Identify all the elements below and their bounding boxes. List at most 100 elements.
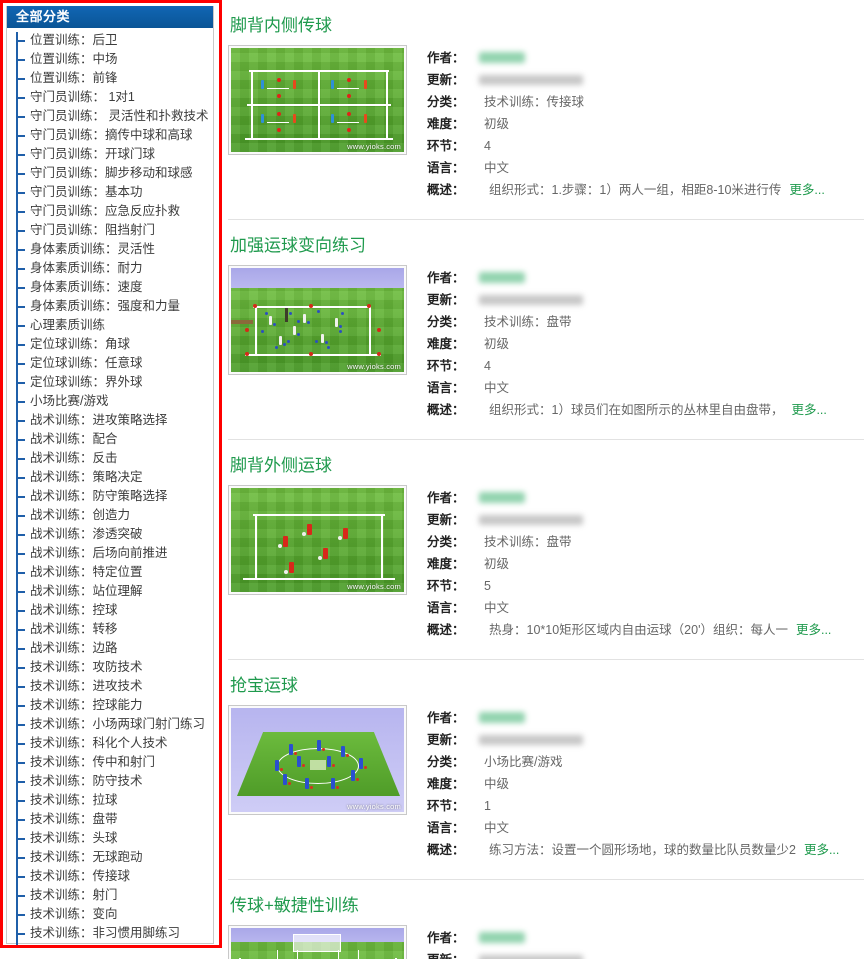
tree-branch-icon [16, 477, 25, 479]
tree-branch-icon [16, 800, 25, 802]
sidebar-item-43[interactable]: 技术训练：无球跑动 [7, 848, 213, 867]
sidebar-item-36[interactable]: 技术训练：小场两球门射门练习 [7, 715, 213, 734]
sidebar-item-label: 战术训练：策略决定 [30, 470, 143, 484]
exercise-title[interactable]: 脚背内侧传球 [228, 0, 864, 45]
sidebar-item-25[interactable]: 战术训练：创造力 [7, 506, 213, 525]
exercise-thumbnail[interactable]: www.yioks.com [228, 45, 407, 155]
sidebar-item-label: 守门员训练：应急反应扑救 [30, 204, 181, 218]
tree-branch-icon [16, 933, 25, 935]
sidebar-item-33[interactable]: 技术训练：攻防技术 [7, 658, 213, 677]
tree-branch-icon [16, 781, 25, 783]
sidebar-item-6[interactable]: 守门员训练：开球门球 [7, 145, 213, 164]
sidebar-item-2[interactable]: 位置训练：前锋 [7, 69, 213, 88]
pitch-diagram-icon: www.yioks.com [231, 48, 404, 152]
sidebar-item-40[interactable]: 技术训练：拉球 [7, 791, 213, 810]
sections-value: 4 [484, 359, 491, 373]
sidebar-item-label: 技术训练：传中和射门 [30, 755, 156, 769]
sidebar-item-20[interactable]: 战术训练：进攻策略选择 [7, 411, 213, 430]
sidebar-item-28[interactable]: 战术训练：特定位置 [7, 563, 213, 582]
sidebar-item-44[interactable]: 技术训练：传接球 [7, 867, 213, 886]
sidebar-item-27[interactable]: 战术训练：后场向前推进 [7, 544, 213, 563]
sidebar-item-21[interactable]: 战术训练：配合 [7, 430, 213, 449]
exercise-thumbnail[interactable]: www.yioks.com [228, 265, 407, 375]
sidebar-item-23[interactable]: 战术训练：策略决定 [7, 468, 213, 487]
sidebar-item-16[interactable]: 定位球训练：角球 [7, 335, 213, 354]
sidebar-item-9[interactable]: 守门员训练：应急反应扑救 [7, 202, 213, 221]
sidebar-item-22[interactable]: 战术训练：反击 [7, 449, 213, 468]
category-value: 技术训练：盘带 [484, 535, 572, 549]
more-link[interactable]: 更多... [789, 179, 824, 198]
sidebar-item-32[interactable]: 战术训练：边路 [7, 639, 213, 658]
pitch-diagram-icon: www.yioks.com [231, 488, 404, 592]
sidebar-item-42[interactable]: 技术训练：头球 [7, 829, 213, 848]
sidebar-item-5[interactable]: 守门员训练：摘传中球和高球 [7, 126, 213, 145]
sidebar-item-14[interactable]: 身体素质训练：强度和力量 [7, 297, 213, 316]
more-link[interactable]: 更多... [791, 399, 826, 418]
author-value-redacted [479, 712, 525, 723]
sidebar-item-35[interactable]: 技术训练：控球能力 [7, 696, 213, 715]
sidebar-item-34[interactable]: 技术训练：进攻技术 [7, 677, 213, 696]
sidebar-item-10[interactable]: 守门员训练：阻挡射门 [7, 221, 213, 240]
more-link[interactable]: 更多... [796, 619, 831, 638]
sections-value: 4 [484, 139, 491, 153]
sidebar-item-13[interactable]: 身体素质训练：速度 [7, 278, 213, 297]
sidebar-item-0[interactable]: 位置训练：后卫 [7, 31, 213, 50]
sidebar-item-46[interactable]: 技术训练：变向 [7, 905, 213, 924]
sidebar-item-15[interactable]: 心理素质训练 [7, 316, 213, 335]
watermark: www.yioks.com [347, 142, 401, 151]
exercise-thumbnail[interactable]: www.yioks.com [228, 485, 407, 595]
meta-row-author: 作者： [427, 707, 864, 729]
sidebar-item-label: 守门员训练：开球门球 [30, 147, 156, 161]
card-body: www.yioks.com 作者： 更新： 分类： 小场比赛/游戏 难度： 中级 环节： 1 语言… [228, 705, 864, 861]
sidebar-item-3[interactable]: 守门员训练： 1对1 [7, 88, 213, 107]
tree-branch-icon [16, 230, 25, 232]
exercise-meta: 作者： 更新： 分类： 小场比赛/游戏 难度： 中级 环节： 1 语言： 中文 概述： 练习方法：设置… [427, 705, 864, 861]
sidebar-item-label: 位置训练：后卫 [30, 33, 118, 47]
sidebar-item-38[interactable]: 技术训练：传中和射门 [7, 753, 213, 772]
sidebar-item-7[interactable]: 守门员训练：脚步移动和球感 [7, 164, 213, 183]
label-sections: 环节： [427, 579, 465, 593]
category-sidebar-highlight: 全部分类 位置训练：后卫 位置训练：中场 位置训练：前锋 守门员训练： 1对1 守门员训… [0, 0, 222, 948]
difficulty-value: 初级 [484, 557, 510, 571]
sidebar-item-label: 战术训练：渗透突破 [30, 527, 143, 541]
sidebar-item-label: 技术训练：防守技术 [30, 774, 143, 788]
sidebar-item-48[interactable]: 热身 [7, 943, 213, 945]
tree-branch-icon [16, 534, 25, 536]
sidebar-item-39[interactable]: 技术训练：防守技术 [7, 772, 213, 791]
sidebar-item-11[interactable]: 身体素质训练：灵活性 [7, 240, 213, 259]
tree-branch-icon [16, 895, 25, 897]
tree-branch-icon [16, 249, 25, 251]
sidebar-item-17[interactable]: 定位球训练：任意球 [7, 354, 213, 373]
more-link[interactable]: 更多... [804, 839, 839, 858]
sidebar-item-37[interactable]: 技术训练：科化个人技术 [7, 734, 213, 753]
sidebar-item-4[interactable]: 守门员训练： 灵活性和扑救技术 [7, 107, 213, 126]
author-value-redacted [479, 272, 525, 283]
exercise-thumbnail[interactable]: www.yioks.com [228, 925, 407, 959]
exercise-title[interactable]: 脚背外侧运球 [228, 440, 864, 485]
sidebar-item-41[interactable]: 技术训练：盘带 [7, 810, 213, 829]
sidebar-item-18[interactable]: 定位球训练：界外球 [7, 373, 213, 392]
difficulty-value: 中级 [484, 777, 510, 791]
sidebar-item-1[interactable]: 位置训练：中场 [7, 50, 213, 69]
sidebar-item-45[interactable]: 技术训练：射门 [7, 886, 213, 905]
exercise-thumbnail[interactable]: www.yioks.com [228, 705, 407, 815]
sidebar-item-19[interactable]: 小场比赛/游戏 [7, 392, 213, 411]
sidebar-item-12[interactable]: 身体素质训练：耐力 [7, 259, 213, 278]
sidebar-item-47[interactable]: 技术训练：非习惯用脚练习 [7, 924, 213, 943]
exercise-title[interactable]: 加强运球变向练习 [228, 220, 864, 265]
label-sections: 环节： [427, 799, 465, 813]
sidebar-item-29[interactable]: 战术训练：站位理解 [7, 582, 213, 601]
meta-row-category: 分类： 技术训练：盘带 [427, 531, 864, 553]
sidebar-item-30[interactable]: 战术训练：控球 [7, 601, 213, 620]
sidebar-item-8[interactable]: 守门员训练：基本功 [7, 183, 213, 202]
exercise-title[interactable]: 抢宝运球 [228, 660, 864, 705]
summary-value: 组织形式：1.步骤：1）两人一组，相距8-10米进行传 [489, 183, 782, 197]
sidebar-item-label: 守门员训练：基本功 [30, 185, 143, 199]
sidebar-item-26[interactable]: 战术训练：渗透突破 [7, 525, 213, 544]
meta-row-category: 分类： 技术训练：传接球 [427, 91, 864, 113]
sidebar-item-label: 战术训练：防守策略选择 [30, 489, 168, 503]
sidebar-item-24[interactable]: 战术训练：防守策略选择 [7, 487, 213, 506]
watermark: www.yioks.com [347, 802, 401, 811]
exercise-title[interactable]: 传球+敏捷性训练 [228, 880, 864, 925]
sidebar-item-31[interactable]: 战术训练：转移 [7, 620, 213, 639]
